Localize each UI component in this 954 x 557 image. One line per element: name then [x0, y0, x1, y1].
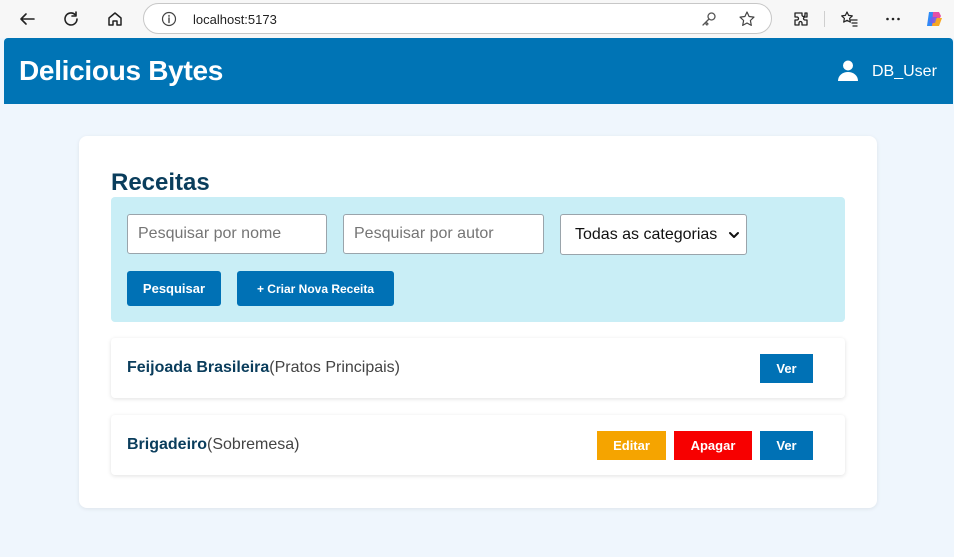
edit-button[interactable]: Editar	[597, 431, 666, 460]
recipes-card: Receitas Todas as categorias Pesquisar +…	[79, 136, 877, 508]
recipe-name: Feijoada Brasileira	[127, 359, 270, 376]
recipe-category: (Sobremesa)	[207, 436, 300, 453]
recipe-title: Brigadeiro(Sobremesa)	[127, 436, 300, 454]
copilot-icon[interactable]	[921, 6, 947, 32]
delete-button[interactable]: Apagar	[674, 431, 752, 460]
chevron-down-icon	[729, 232, 739, 238]
create-recipe-button[interactable]: + Criar Nova Receita	[237, 271, 394, 306]
app-header: Delicious Bytes DB_User	[4, 38, 953, 104]
view-button[interactable]: Ver	[760, 431, 813, 460]
search-author-input[interactable]	[343, 214, 544, 254]
address-bar[interactable]: localhost:5173	[143, 3, 772, 34]
view-button[interactable]: Ver	[760, 354, 813, 383]
category-select[interactable]: Todas as categorias	[560, 214, 747, 255]
home-icon[interactable]	[102, 6, 128, 32]
user-name[interactable]: DB_User	[872, 63, 937, 81]
more-icon[interactable]	[880, 6, 906, 32]
url-text: localhost:5173	[193, 12, 277, 27]
back-icon[interactable]	[14, 6, 40, 32]
info-icon[interactable]	[161, 11, 177, 27]
recipe-category: (Pratos Principais)	[269, 359, 400, 376]
star-icon[interactable]	[738, 10, 756, 28]
search-button[interactable]: Pesquisar	[127, 271, 221, 306]
extensions-icon[interactable]	[788, 6, 814, 32]
browser-toolbar: localhost:5173	[0, 0, 954, 38]
search-name-input[interactable]	[127, 214, 327, 254]
refresh-icon[interactable]	[58, 6, 84, 32]
list-item: Brigadeiro(Sobremesa) Editar Apagar Ver	[111, 415, 845, 475]
filter-panel: Todas as categorias Pesquisar + Criar No…	[111, 197, 845, 322]
recipe-title: Feijoada Brasileira(Pratos Principais)	[127, 359, 400, 377]
list-item: Feijoada Brasileira(Pratos Principais) V…	[111, 338, 845, 398]
favorites-icon[interactable]	[836, 6, 862, 32]
page-title: Receitas	[111, 169, 210, 196]
brand-logo[interactable]: Delicious Bytes	[19, 55, 223, 87]
key-icon[interactable]	[700, 10, 718, 28]
user-icon[interactable]	[836, 58, 860, 82]
category-select-value: Todas as categorias	[575, 225, 718, 243]
recipe-name: Brigadeiro	[127, 436, 208, 453]
toolbar-divider	[824, 11, 825, 27]
